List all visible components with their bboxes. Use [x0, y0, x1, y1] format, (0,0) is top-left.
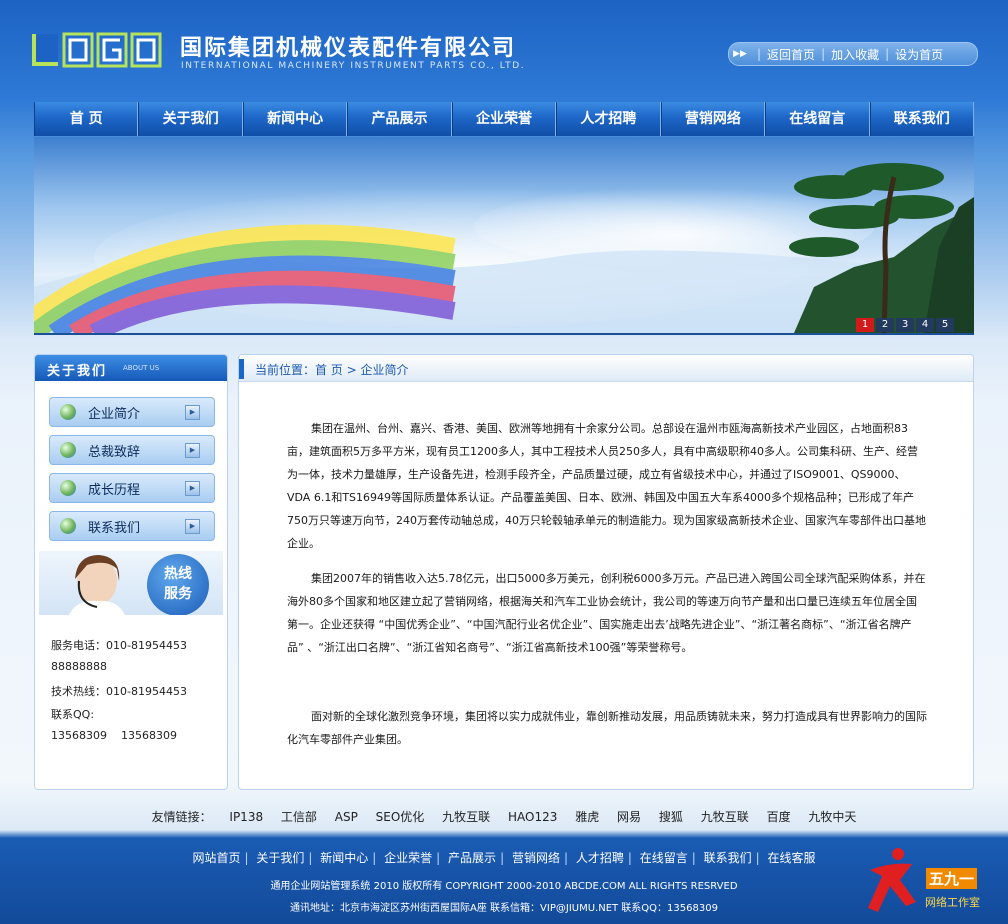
- banner-image: [34, 137, 974, 333]
- footer-nav: 网站首页 | 关于我们 | 新闻中心 | 企业荣誉 | 产品展示 | 营销网络 | 人才招聘…: [192, 851, 816, 865]
- breadcrumb[interactable]: 当前位置：首 页 > 企业简介: [255, 361, 409, 378]
- sidebar-item-contact[interactable]: 联系我们 ▶: [49, 511, 215, 541]
- friend-link[interactable]: 搜狐: [659, 810, 683, 824]
- friend-link[interactable]: 九牧互联: [701, 810, 749, 824]
- nav-message[interactable]: 在线留言: [765, 102, 870, 136]
- nav-products[interactable]: 产品展示: [347, 102, 452, 136]
- hotline-badge: 热线 服务: [147, 554, 209, 615]
- footer-link[interactable]: 产品展示: [448, 851, 496, 865]
- sidebar-item-label: 联系我们: [88, 520, 141, 536]
- copyright: 通用企业网站管理系统 2010 版权所有 COPYRIGHT 2000-2010…: [270, 881, 738, 892]
- support-agent-icon: [69, 555, 125, 615]
- swirl-icon: [60, 442, 76, 458]
- sidebar-title: 关于我们: [47, 364, 108, 379]
- tech-hotline: 技术热线：010-81954453: [51, 685, 187, 698]
- sidebar-item-label: 总裁致辞: [88, 444, 141, 460]
- studio-number: 五九一: [926, 868, 978, 889]
- footer-link[interactable]: 网站首页: [192, 851, 240, 865]
- sidebar-item-label: 成长历程: [88, 482, 141, 498]
- slide-dot-2[interactable]: 2: [876, 318, 894, 332]
- home-link[interactable]: 返回首页: [767, 46, 815, 63]
- sidebar-item-profile[interactable]: 企业简介 ▶: [49, 397, 215, 427]
- logo-icon[interactable]: LOGO: [30, 30, 165, 70]
- breadcrumb-marker: [239, 359, 244, 379]
- intro-paragraph-3: 面对新的全球化激烈竞争环境，集团将以实力成就伟业，靠创新推动发展，用品质铸就未来…: [287, 710, 927, 746]
- nav-contact[interactable]: 联系我们: [869, 102, 974, 136]
- play-arrow-icon: ▶: [185, 480, 200, 496]
- service-phone: 服务电话：010-81954453: [51, 639, 187, 652]
- swirl-icon: [60, 404, 76, 420]
- sidebar-subtitle: ABOUT US: [123, 364, 160, 372]
- footer-link[interactable]: 在线留言: [640, 851, 688, 865]
- play-arrow-icon: ▶: [185, 442, 200, 458]
- qq-label: 联系QQ:: [51, 708, 95, 721]
- slide-dot-1[interactable]: 1: [856, 318, 874, 332]
- contact-address: 通讯地址：北京市海淀区苏州街西屋国际A座 联系信箱：VIP@JIUMU.NET …: [290, 903, 718, 914]
- friend-link[interactable]: 工信部: [281, 810, 317, 824]
- friend-link[interactable]: IP138: [229, 810, 263, 824]
- sidebar-header: 关于我们 ABOUT US: [35, 355, 227, 381]
- intro-paragraph-2: 集团2007年的销售收入达5.78亿元，出口5000多万美元，创利税6000多万…: [287, 572, 926, 654]
- top-links: ▶▶ | 返回首页 | 加入收藏 | 设为首页: [728, 42, 978, 66]
- nav-news[interactable]: 新闻中心: [242, 102, 348, 136]
- friend-links: 友情链接： IP138 工信部 ASP SEO优化 九牧互联 HAO123 雅虎…: [0, 808, 1008, 825]
- friend-link[interactable]: 百度: [767, 810, 791, 824]
- sidebar-item-ceo-speech[interactable]: 总裁致辞 ▶: [49, 435, 215, 465]
- slide-dot-5[interactable]: 5: [936, 318, 954, 332]
- friend-link[interactable]: HAO123: [508, 810, 557, 824]
- service-phone-extra: 88888888: [51, 660, 107, 673]
- friend-link[interactable]: 九牧互联: [442, 810, 490, 824]
- play-arrow-icon: ▶: [185, 518, 200, 534]
- nav-home[interactable]: 首 页: [34, 102, 139, 136]
- footer-link[interactable]: 营销网络: [512, 851, 560, 865]
- slide-dot-4[interactable]: 4: [916, 318, 934, 332]
- main-content: 当前位置：首 页 > 企业简介 集团在温州、台州、嘉兴、香港、美国、欧洲等地拥有…: [238, 354, 974, 790]
- sidebar-item-label: 企业简介: [88, 406, 141, 422]
- banner: [34, 137, 974, 335]
- main-nav: 首 页 关于我们 新闻中心 产品展示 企业荣誉 人才招聘 营销网络 在线留言 联…: [34, 102, 974, 136]
- friend-link[interactable]: 网易: [617, 810, 641, 824]
- footer-link[interactable]: 在线客服: [768, 851, 816, 865]
- friend-link[interactable]: SEO优化: [376, 810, 425, 824]
- sidebar-item-history[interactable]: 成长历程 ▶: [49, 473, 215, 503]
- swirl-icon: [60, 480, 76, 496]
- nav-network[interactable]: 营销网络: [660, 102, 766, 136]
- intro-paragraph-1: 集团在温州、台州、嘉兴、香港、美国、欧洲等地拥有十余家分公司。总部设在温州市瓯海…: [287, 422, 926, 550]
- bookmark-link[interactable]: 加入收藏: [831, 46, 879, 63]
- friend-links-label: 友情链接：: [151, 810, 212, 824]
- hotline-banner: 热线 服务: [39, 551, 223, 615]
- company-name-cn: 国际集团机械仪表配件有限公司: [180, 36, 517, 61]
- slide-indicators: 1 2 3 4 5: [856, 318, 1000, 332]
- play-arrow-icon: ▶: [185, 404, 200, 420]
- double-arrow-icon: ▶▶: [733, 49, 747, 59]
- company-name-en: INTERNATIONAL MACHINERY INSTRUMENT PARTS…: [181, 61, 526, 71]
- nav-about[interactable]: 关于我们: [138, 102, 243, 136]
- nav-jobs[interactable]: 人才招聘: [556, 102, 661, 136]
- sidebar: 关于我们 ABOUT US 企业简介 ▶ 总裁致辞 ▶ 成长历程 ▶ 联系我们 …: [34, 354, 228, 790]
- breadcrumb-bar: 当前位置：首 页 > 企业简介: [239, 355, 973, 382]
- qq-values: 13568309 13568309: [51, 729, 177, 742]
- friend-link[interactable]: ASP: [335, 810, 358, 824]
- studio-name: 网络工作室: [925, 896, 980, 909]
- friend-link[interactable]: 九牧中天: [808, 810, 856, 824]
- footer-link[interactable]: 企业荣誉: [384, 851, 432, 865]
- friend-link[interactable]: 雅虎: [575, 810, 599, 824]
- footer-link[interactable]: 人才招聘: [576, 851, 624, 865]
- footer-link[interactable]: 新闻中心: [320, 851, 368, 865]
- footer-link[interactable]: 联系我们: [704, 851, 752, 865]
- swirl-icon: [60, 518, 76, 534]
- set-homepage-link[interactable]: 设为首页: [895, 46, 943, 63]
- slide-dot-3[interactable]: 3: [896, 318, 914, 332]
- nav-honors[interactable]: 企业荣誉: [451, 102, 557, 136]
- footer-link[interactable]: 关于我们: [256, 851, 304, 865]
